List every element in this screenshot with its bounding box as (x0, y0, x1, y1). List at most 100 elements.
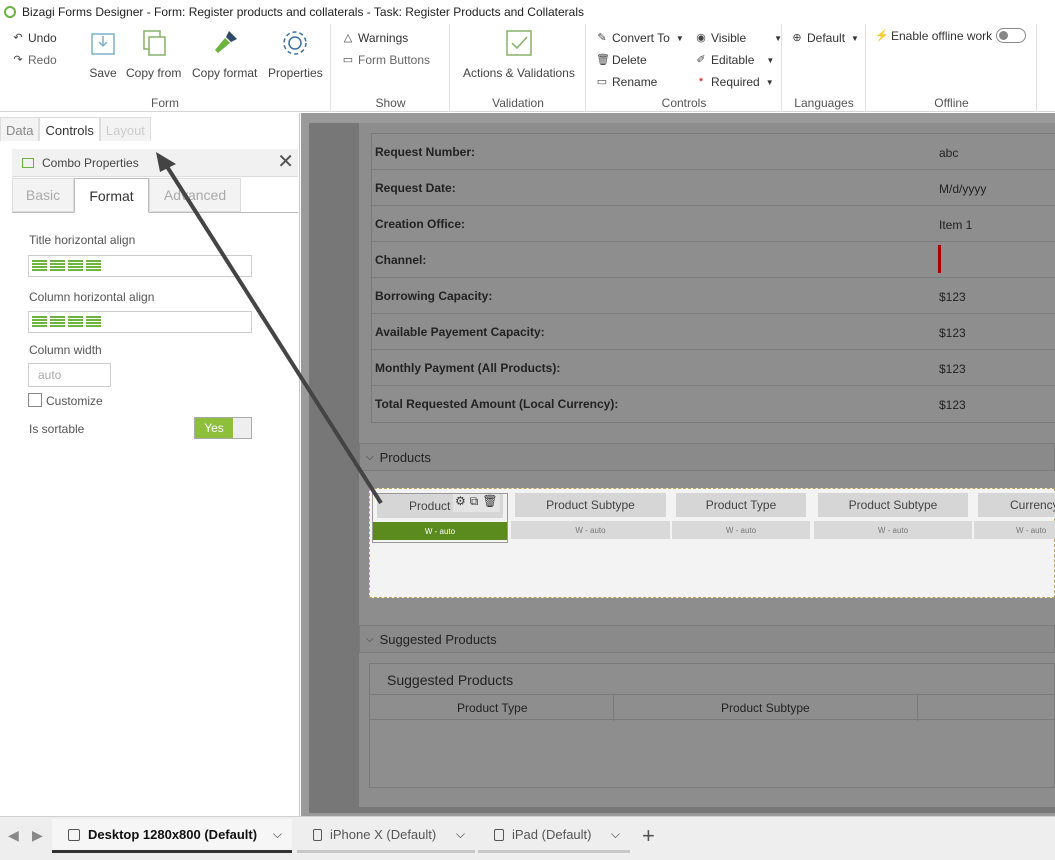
form-row-request-number[interactable]: Request Number: abc (372, 134, 1055, 170)
align-justify-icon[interactable] (86, 260, 101, 272)
ribbon: ↶ Undo ↷ Redo Save Copy from Copy format (0, 24, 1055, 112)
device-tabs-bar: ◀ ▶ Desktop 1280x800 (Default) ⌵ iPhone … (0, 816, 1055, 860)
products-grid[interactable]: Product W - auto ⚙ ⧉ 🗑 Product Subtype W… (369, 488, 1055, 598)
warnings-button[interactable]: △ Warnings (342, 31, 408, 45)
align-center-icon[interactable] (50, 316, 65, 328)
eye-icon: ◉ (696, 32, 706, 44)
visible-dropdown[interactable]: ◉ Visible ▼ (695, 31, 782, 45)
form-buttons-icon: ▭ (342, 54, 354, 66)
tab-basic[interactable]: Basic (12, 178, 74, 212)
copy-from-icon (139, 28, 169, 58)
form-canvas: Request Number: abc Request Date: M/d/yy… (301, 113, 1055, 816)
ribbon-group-form: ↶ Undo ↷ Redo Save Copy from Copy format (0, 24, 331, 112)
close-icon[interactable]: ✕ (277, 152, 294, 172)
is-sortable-label: Is sortable (29, 422, 85, 436)
tab-ipad[interactable]: iPad (Default) ⌵ (478, 819, 630, 853)
suggested-products-grid[interactable]: Suggested Products Product Type Product … (369, 663, 1055, 788)
enable-offline-toggle[interactable]: ⚡ Enable offline work (875, 28, 1027, 43)
title-align-selector (28, 255, 252, 277)
combo-properties-header: Combo Properties ✕ (12, 149, 298, 177)
currency-column[interactable]: Currency W - auto (974, 493, 1055, 543)
save-button[interactable]: Save (88, 28, 118, 80)
properties-subtabs: Basic Format Advanced (12, 178, 298, 213)
language-dropdown[interactable]: ⊕ Default ▼ (791, 31, 859, 45)
editable-dropdown[interactable]: ✐ Editable ▼ (695, 53, 774, 67)
tablet-icon (494, 828, 504, 841)
product-subtype-column-2[interactable]: Product Subtype W - auto (814, 493, 972, 543)
paintbrush-icon (210, 28, 240, 58)
delete-button[interactable]: 🗑 Delete (596, 53, 647, 67)
chevron-down-icon: ▼ (774, 33, 783, 43)
form-row-total-requested[interactable]: Total Requested Amount (Local Currency):… (372, 386, 1055, 422)
chevron-down-icon: ⌵ (366, 451, 374, 463)
convert-icon: ✎ (597, 32, 607, 44)
gear-icon (280, 28, 310, 58)
checkmark-icon (504, 28, 534, 58)
tab-controls[interactable]: Controls (39, 117, 100, 141)
tab-format[interactable]: Format (74, 178, 149, 213)
customize-label: Customize (46, 394, 103, 408)
tab-layout[interactable]: Layout (99, 117, 151, 141)
align-right-icon[interactable] (68, 316, 83, 328)
add-device-button[interactable]: + (642, 823, 655, 849)
actions-validations-button[interactable]: Actions & Validations (463, 28, 575, 80)
save-icon (88, 28, 118, 58)
chevron-down-icon[interactable]: ⌵ (456, 827, 465, 842)
chevron-down-icon: ▼ (675, 33, 684, 43)
redo-button[interactable]: ↷ Redo (12, 53, 56, 67)
trash-icon[interactable]: 🗑 (482, 494, 497, 512)
align-left-icon[interactable] (32, 316, 47, 328)
group-label-offline: Offline (934, 96, 969, 110)
properties-button[interactable]: Properties (268, 28, 323, 80)
is-sortable-toggle[interactable]: Yes (194, 417, 252, 439)
suggested-products-section-header[interactable]: ⌵ Suggested Products (359, 625, 1055, 653)
trash-icon: 🗑 (596, 54, 610, 66)
rename-button[interactable]: ▭ Rename (596, 75, 658, 89)
toggle-knob (233, 418, 251, 438)
form-row-borrowing-capacity[interactable]: Borrowing Capacity: $123 (372, 278, 1055, 314)
group-label-languages: Languages (794, 96, 854, 110)
offline-icon: ⚡ (875, 29, 889, 42)
window-title: Bizagi Forms Designer - Form: Register p… (22, 5, 584, 19)
align-right-icon[interactable] (68, 260, 83, 272)
form-row-creation-office[interactable]: Creation Office: Item 1 (372, 206, 1055, 242)
chevron-right-icon[interactable]: ▶ (32, 827, 43, 844)
customize-checkbox[interactable] (28, 393, 42, 407)
form-buttons-button[interactable]: ▭ Form Buttons (342, 53, 430, 67)
copy-icon[interactable]: ⧉ (470, 494, 479, 512)
copy-from-button[interactable]: Copy from (126, 28, 181, 80)
toggle-switch[interactable] (996, 28, 1027, 43)
chevron-down-icon[interactable]: ⌵ (611, 827, 620, 842)
form-row-channel[interactable]: Channel: (372, 242, 1055, 278)
group-label-show: Show (375, 96, 406, 110)
form-row-available-payment[interactable]: Available Payement Capacity: $123 (372, 314, 1055, 350)
product-subtype-column[interactable]: Product Subtype W - auto (511, 493, 670, 543)
ribbon-group-show: △ Warnings ▭ Form Buttons Show (332, 24, 450, 112)
required-dropdown[interactable]: * Required ▼ (695, 75, 774, 89)
tab-desktop[interactable]: Desktop 1280x800 (Default) ⌵ (52, 819, 292, 853)
form-row-request-date[interactable]: Request Date: M/d/yyyy (372, 170, 1055, 206)
align-left-icon[interactable] (32, 260, 47, 272)
chevron-down-icon: ▼ (765, 77, 774, 87)
tab-data[interactable]: Data (0, 117, 40, 141)
column-align-selector (28, 311, 252, 333)
group-label-validation: Validation (492, 96, 544, 110)
column-toolbar: ⚙ ⧉ 🗑 (453, 494, 500, 512)
column-width-input[interactable]: auto (28, 363, 111, 387)
product-type-column[interactable]: Product Type W - auto (672, 493, 810, 543)
group-label-controls: Controls (661, 96, 707, 110)
form-row-monthly-payment[interactable]: Monthly Payment (All Products): $123 (372, 350, 1055, 386)
chevron-down-icon[interactable]: ⌵ (273, 827, 282, 842)
tab-advanced[interactable]: Advanced (149, 178, 241, 212)
align-center-icon[interactable] (50, 260, 65, 272)
tab-iphone[interactable]: iPhone X (Default) ⌵ (297, 819, 475, 853)
gear-icon[interactable]: ⚙ (455, 494, 466, 512)
chevron-down-icon: ▼ (851, 33, 859, 43)
undo-button[interactable]: ↶ Undo (12, 31, 56, 45)
convert-to-button[interactable]: ✎ Convert To ▼ (596, 31, 684, 45)
align-justify-icon[interactable] (86, 316, 101, 328)
copy-format-button[interactable]: Copy format (192, 28, 257, 80)
chevron-left-icon[interactable]: ◀ (8, 827, 19, 844)
products-section-header[interactable]: ⌵ Products (359, 443, 1055, 471)
product-column[interactable]: Product W - auto ⚙ ⧉ 🗑 (372, 493, 508, 543)
